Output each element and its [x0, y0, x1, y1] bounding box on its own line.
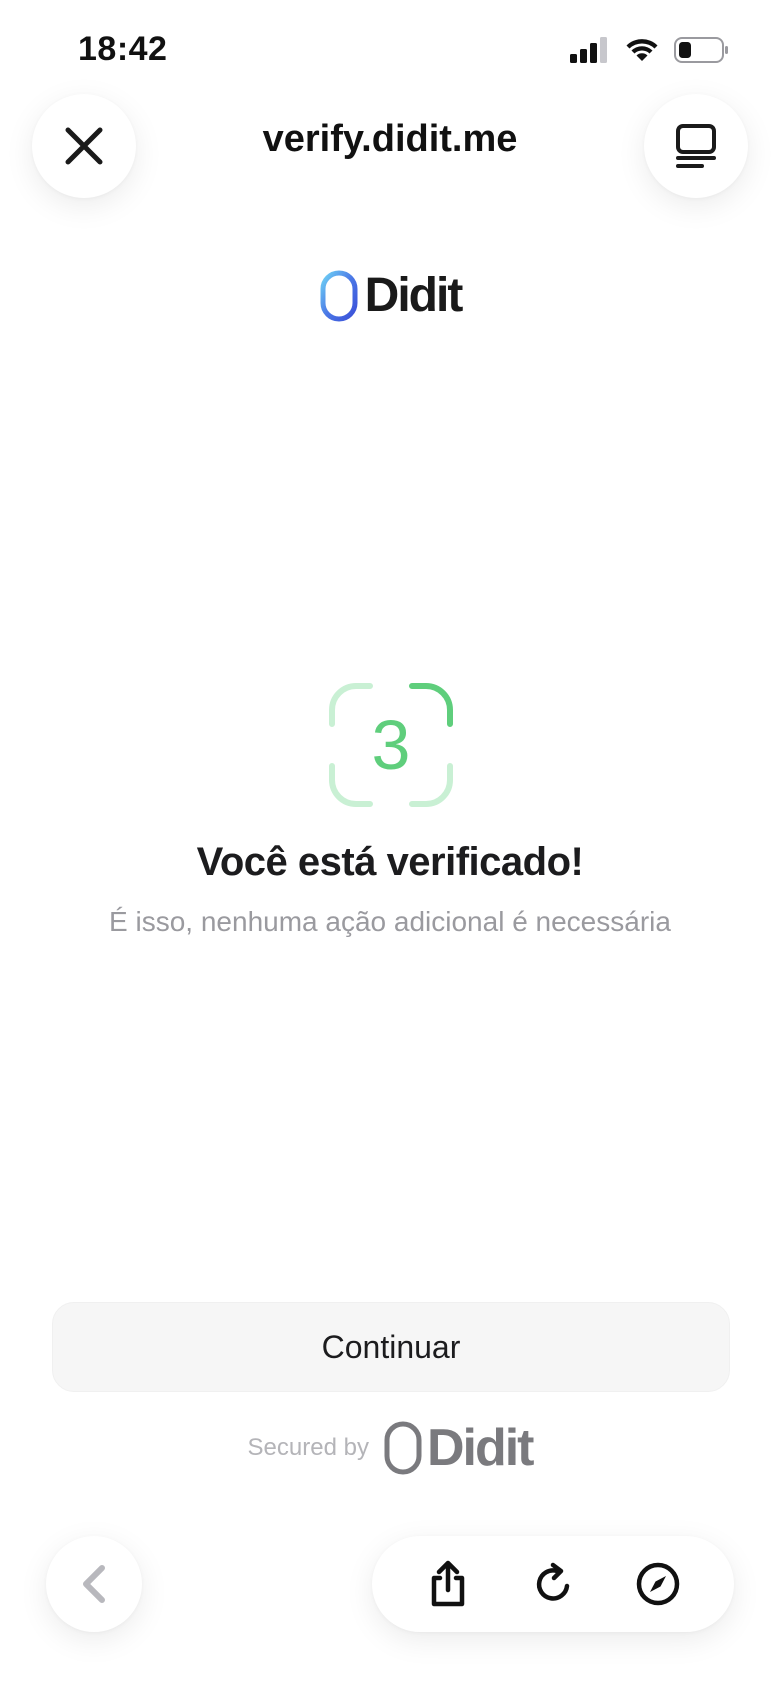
browser-toolbar [372, 1536, 734, 1632]
step-number: 3 [371, 706, 411, 784]
secured-by-label: Secured by [247, 1434, 369, 1461]
brand-name: Didit [364, 269, 464, 322]
share-button[interactable] [418, 1554, 478, 1614]
status-icons [570, 36, 730, 64]
chevron-left-icon [83, 1565, 105, 1603]
secured-by: Secured by Didit [0, 1418, 780, 1478]
continue-button[interactable]: Continuar [52, 1302, 730, 1392]
reload-icon [536, 1562, 570, 1601]
tabs-button[interactable] [644, 94, 748, 198]
compass-icon [636, 1562, 679, 1606]
success-subtitle: É isso, nenhuma ação adicional é necessá… [109, 906, 671, 937]
home-indicator [250, 1664, 530, 1674]
reload-button[interactable] [523, 1554, 583, 1614]
brand-logo: Didit [0, 268, 780, 323]
cellular-signal-icon [570, 37, 607, 63]
secured-brand-logo: Didit [383, 1418, 535, 1478]
safari-compass-button[interactable] [628, 1554, 688, 1614]
wifi-icon [626, 39, 658, 61]
didit-logo-mark-icon [320, 270, 358, 321]
didit-logo-mark-gray-icon [384, 1421, 422, 1475]
tabs-overview-icon [676, 124, 716, 168]
battery-icon [674, 37, 728, 63]
secured-brand-name: Didit [426, 1419, 535, 1477]
screen: 18:42 verify.didit.me Didit 3 Você está … [0, 0, 780, 1688]
share-icon [432, 1560, 465, 1607]
back-button[interactable] [46, 1536, 142, 1632]
status-time: 18:42 [78, 30, 168, 68]
success-title: Você está verificado! [196, 840, 584, 884]
